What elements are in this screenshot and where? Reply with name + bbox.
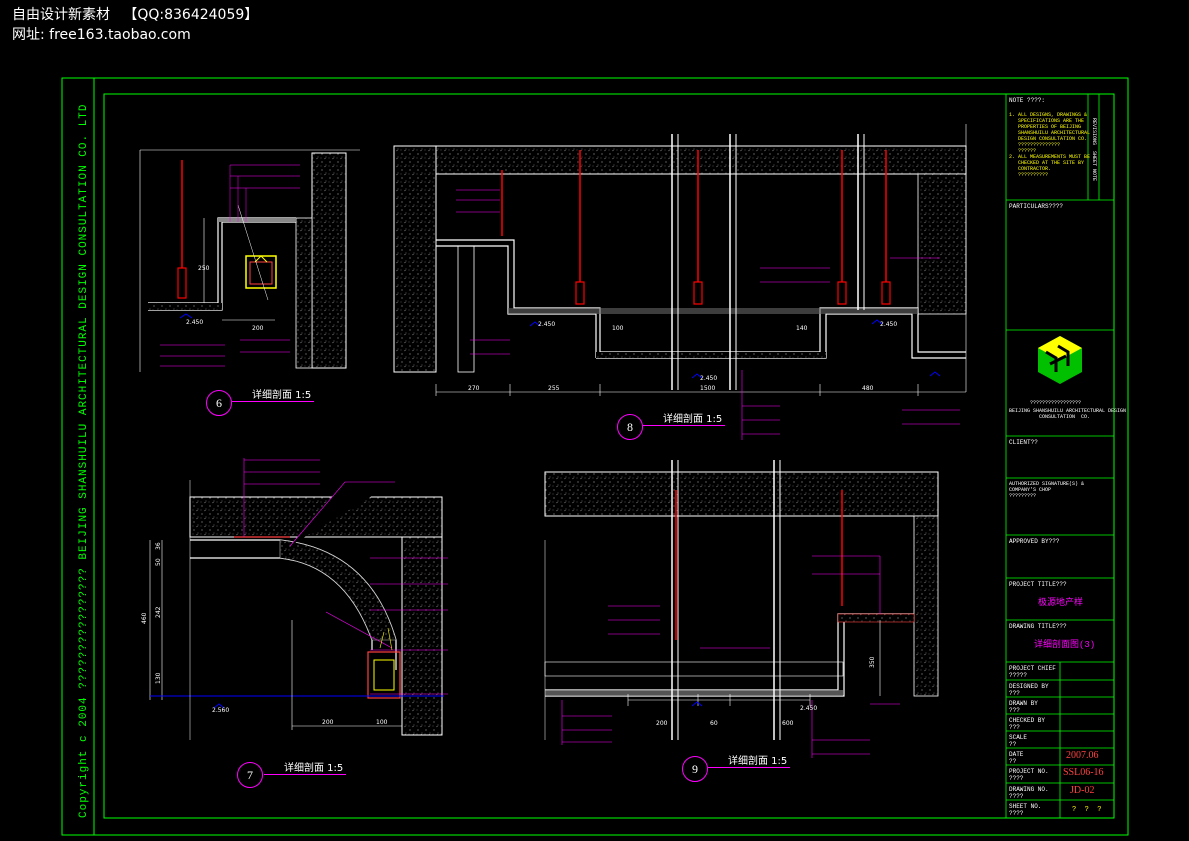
s8-dim-1500: 1500	[700, 385, 715, 392]
tb-drawing-no-value: JD-02	[1070, 785, 1095, 796]
s8-level-3: 2.450	[880, 321, 897, 328]
tb-drawing-no-label: DRAWING NO. ????	[1009, 786, 1049, 800]
copyright-vertical-text: Copyright c 2004 ???????????????? BEIJIN…	[78, 103, 90, 818]
s6-dim-200: 200	[252, 325, 264, 332]
tb-project-no-label: PROJECT NO. ????	[1009, 768, 1049, 782]
section-7-caption: 详细剖面 1:5	[284, 763, 344, 774]
s7-dim-50: 50	[155, 558, 162, 566]
s8-dim-270: 270	[468, 385, 480, 392]
tb-project-no-value: SSL06-16	[1063, 767, 1104, 778]
section-6-drawing	[139, 149, 360, 372]
tb-project-chief: PROJECT CHIEF ?????	[1009, 665, 1056, 679]
section-6-caption-underline	[232, 401, 314, 402]
section-8-number-circle: 8	[617, 414, 643, 440]
s8-dim-480: 480	[862, 385, 874, 392]
section-8-caption: 详细剖面 1:5	[663, 414, 723, 425]
tb-date-value: 2007.06	[1066, 750, 1099, 761]
s7-dim-460: 460	[141, 612, 148, 624]
s6-level: 2.450	[186, 319, 203, 326]
section-8-drawing	[393, 124, 967, 440]
s9-dim-60: 60	[710, 720, 718, 727]
tb-right-strip: REVISIONS SHEET NOTE	[1091, 118, 1097, 182]
section-7-number-circle: 7	[237, 762, 263, 788]
company-logo	[1038, 336, 1082, 384]
s7-dim-100: 100	[376, 719, 388, 726]
outer-frame	[61, 77, 1129, 836]
section-8-caption-underline	[643, 425, 725, 426]
s8-dim-255: 255	[548, 385, 560, 392]
s8-dim-140: 140	[796, 325, 808, 332]
s7-dim-200: 200	[322, 719, 334, 726]
s8-dim-100: 100	[612, 325, 624, 332]
section-6-number-circle: 6	[206, 390, 232, 416]
tb-scale: SCALE ??	[1009, 734, 1028, 748]
section-9-caption-underline	[708, 767, 790, 768]
tb-drawing-title-value: 详细剖面图(3)	[1034, 640, 1096, 650]
tb-company-en: BEIJING SHANSHUILU ARCHITECTURAL DESIGN …	[1009, 408, 1127, 420]
section-9-drawing	[544, 460, 939, 758]
section-7-drawing	[149, 458, 448, 740]
tb-particulars: PARTICULARS????	[1009, 203, 1064, 210]
tb-note-heading: NOTE ????:	[1009, 97, 1046, 104]
s9-level: 2.450	[800, 705, 817, 712]
section-9-number-circle: 9	[682, 756, 708, 782]
s9-dim-200: 200	[656, 720, 668, 727]
tb-sheet-no-value: ? ? ?	[1072, 806, 1102, 814]
s9-dim-600: 600	[782, 720, 794, 727]
s7-dim-242: 242	[155, 606, 162, 618]
tb-designed-by: DESIGNED BY ???	[1009, 683, 1049, 697]
s6-dim-250: 250	[198, 265, 210, 272]
tb-client: CLIENT??	[1009, 439, 1038, 446]
tb-project-title-value: 极源地产样	[1038, 598, 1084, 608]
section-9-caption: 详细剖面 1:5	[728, 756, 788, 767]
section-6-caption: 详细剖面 1:5	[252, 390, 312, 401]
s7-level: 2.560	[212, 707, 229, 714]
s8-level-1: 2.450	[538, 321, 555, 328]
s7-dim-130: 130	[155, 672, 162, 684]
tb-date-label: DATE ??	[1009, 751, 1024, 765]
tb-authorized: AUTHORIZED SIGNATURE(S) & COMPANY'S CHOP…	[1009, 481, 1085, 499]
tb-company-cn: ?????????????????	[1030, 400, 1082, 406]
tb-approved: APPROVED BY???	[1009, 538, 1060, 545]
s7-dim-36: 36	[155, 542, 162, 550]
section-7-caption-underline	[264, 774, 346, 775]
tb-checked-by: CHECKED BY ???	[1009, 717, 1046, 731]
tb-project-title-label: PROJECT TITLE???	[1009, 581, 1067, 588]
tb-drawing-title-label: DRAWING TITLE???	[1009, 623, 1067, 630]
tb-drawn-by: DRAWN BY ???	[1009, 700, 1038, 714]
tb-note-lines: 1. ALL DESIGNS, DRAWINGS & SPECIFICATION…	[1009, 112, 1091, 178]
tb-sheet-no-label: SHEET NO. ????	[1009, 803, 1042, 817]
s9-dim-350: 350	[869, 656, 876, 668]
s8-level-2: 2.450	[700, 375, 717, 382]
